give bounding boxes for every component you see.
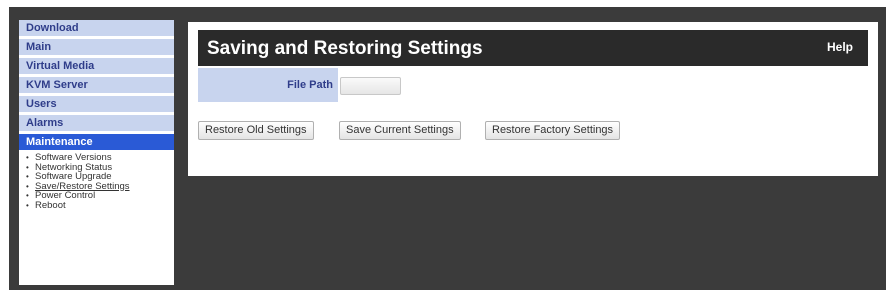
sidebar-item-virtual-media[interactable]: Virtual Media	[19, 58, 174, 74]
submenu-link-reboot[interactable]: Reboot	[35, 200, 66, 211]
page-title: Saving and Restoring Settings	[207, 38, 483, 59]
bullet-icon: •	[26, 153, 29, 162]
maintenance-submenu: • Software Versions • Networking Status • S…	[19, 153, 174, 210]
submenu-item: • Reboot	[26, 200, 174, 211]
sidebar-item-maintenance[interactable]: Maintenance	[19, 134, 174, 150]
sidebar-item-download[interactable]: Download	[19, 20, 174, 36]
restore-factory-settings-button[interactable]: Restore Factory Settings	[485, 121, 621, 140]
bullet-icon: •	[26, 200, 29, 210]
sidebar-item-kvm-server[interactable]: KVM Server	[19, 77, 174, 93]
file-path-label: File Path	[198, 68, 338, 102]
sidebar: Download Main Virtual Media KVM Server U…	[19, 20, 174, 285]
bullet-icon: •	[26, 181, 29, 191]
title-bar: Saving and Restoring Settings Help	[198, 30, 868, 66]
restore-old-settings-button[interactable]: Restore Old Settings	[198, 121, 314, 140]
bullet-icon: •	[26, 172, 29, 181]
save-current-settings-button[interactable]: Save Current Settings	[339, 121, 461, 140]
bullet-icon: •	[26, 162, 29, 172]
main-panel: Saving and Restoring Settings Help File …	[188, 22, 878, 176]
sidebar-item-main[interactable]: Main	[19, 39, 174, 55]
file-path-row: File Path	[198, 68, 868, 102]
help-link[interactable]: Help	[827, 40, 853, 54]
file-path-input[interactable]	[340, 77, 401, 95]
bullet-icon: •	[26, 191, 29, 200]
sidebar-item-alarms[interactable]: Alarms	[19, 115, 174, 131]
sidebar-item-users[interactable]: Users	[19, 96, 174, 112]
